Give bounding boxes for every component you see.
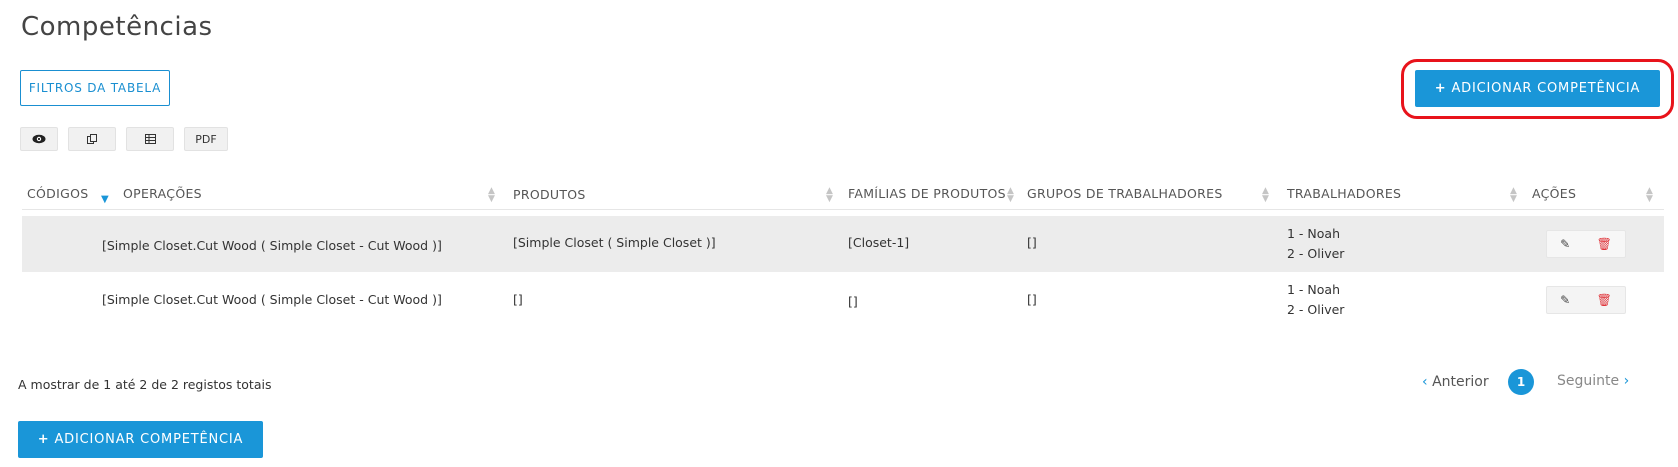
edit-icon[interactable]: ✎ [1560,293,1570,307]
pdf-button[interactable]: PDF [184,127,228,151]
header-codes[interactable]: CÓDIGOS [27,186,88,201]
plus-icon: + [37,432,50,447]
chevron-left-icon: ‹ [1422,374,1428,390]
next-label: Seguinte [1557,373,1620,389]
cell-worker: 1 - Noah [1287,282,1340,297]
pagination-previous[interactable]: ‹ Anterior [1422,374,1489,390]
sort-asc-icon[interactable]: ▼ [101,194,109,205]
plus-icon: + [1434,81,1447,96]
page-title: Competências [21,12,213,42]
cell-products: [Simple Closet ( Simple Closet )] [513,235,716,250]
sort-icon[interactable]: ▲ ▼ [1646,187,1653,204]
export-toolbar: PDF [20,127,228,151]
trash-icon[interactable]: 🗑 [1597,237,1612,251]
sort-icon[interactable]: ▲ ▼ [1510,187,1517,204]
add-competence-button[interactable]: + ADICIONAR COMPETÊNCIA [1415,70,1660,107]
cell-operations: [Simple Closet.Cut Wood ( Simple Closet … [102,238,442,253]
competences-table: CÓDIGOS ▼ OPERAÇÕES ▲ ▼ PRODUTOS ▲ ▼ FAMÍL… [22,180,1664,328]
cell-products: [] [513,292,523,307]
cell-product-families: [Closet-1] [848,235,910,250]
sort-icon[interactable]: ▲ ▼ [826,187,833,204]
table-row: [Simple Closet.Cut Wood ( Simple Closet … [22,216,1664,272]
previous-label: Anterior [1432,374,1489,390]
table-row: [Simple Closet.Cut Wood ( Simple Closet … [22,272,1664,328]
edit-icon[interactable]: ✎ [1560,237,1570,251]
cell-worker-groups: [] [1027,235,1037,250]
add-competence-button-bottom[interactable]: + ADICIONAR COMPETÊNCIA [18,421,263,458]
sort-icon[interactable]: ▲ ▼ [1007,187,1014,204]
copy-button[interactable] [68,127,116,151]
header-workers[interactable]: TRABALHADORES [1287,186,1401,201]
row-actions: ✎ 🗑 [1546,286,1626,314]
header-product-families[interactable]: FAMÍLIAS DE PRODUTOS [848,186,1006,201]
pagination-current-page[interactable]: 1 [1508,369,1534,395]
header-products[interactable]: PRODUTOS [513,187,586,202]
copy-icon [86,133,97,144]
table-icon [144,134,156,144]
sort-icon[interactable]: ▲ ▼ [488,187,495,204]
row-actions: ✎ 🗑 [1546,230,1626,258]
records-summary: A mostrar de 1 até 2 de 2 registos totai… [18,377,272,392]
cell-worker: 2 - Oliver [1287,302,1345,317]
cell-worker: 2 - Oliver [1287,246,1345,261]
cell-worker-groups: [] [1027,292,1037,307]
cell-operations: [Simple Closet.Cut Wood ( Simple Closet … [102,292,442,307]
trash-icon[interactable]: 🗑 [1597,293,1612,307]
pagination-next[interactable]: Seguinte › [1557,373,1629,389]
header-actions[interactable]: AÇÕES [1532,186,1576,201]
add-competence-label: ADICIONAR COMPETÊNCIA [1451,81,1641,96]
chevron-right-icon: › [1623,373,1630,389]
eye-icon [32,134,46,144]
header-worker-groups[interactable]: GRUPOS DE TRABALHADORES [1027,186,1223,201]
column-visibility-button[interactable] [20,127,58,151]
cell-worker: 1 - Noah [1287,226,1340,241]
header-operations[interactable]: OPERAÇÕES [123,186,202,201]
table-filters-button[interactable]: FILTROS DA TABELA [20,70,170,106]
cell-product-families: [] [848,294,858,309]
table-header: CÓDIGOS ▼ OPERAÇÕES ▲ ▼ PRODUTOS ▲ ▼ FAMÍL… [22,180,1664,210]
add-competence-label: ADICIONAR COMPETÊNCIA [54,432,244,447]
sort-icon[interactable]: ▲ ▼ [1262,187,1269,204]
csv-button[interactable] [126,127,174,151]
